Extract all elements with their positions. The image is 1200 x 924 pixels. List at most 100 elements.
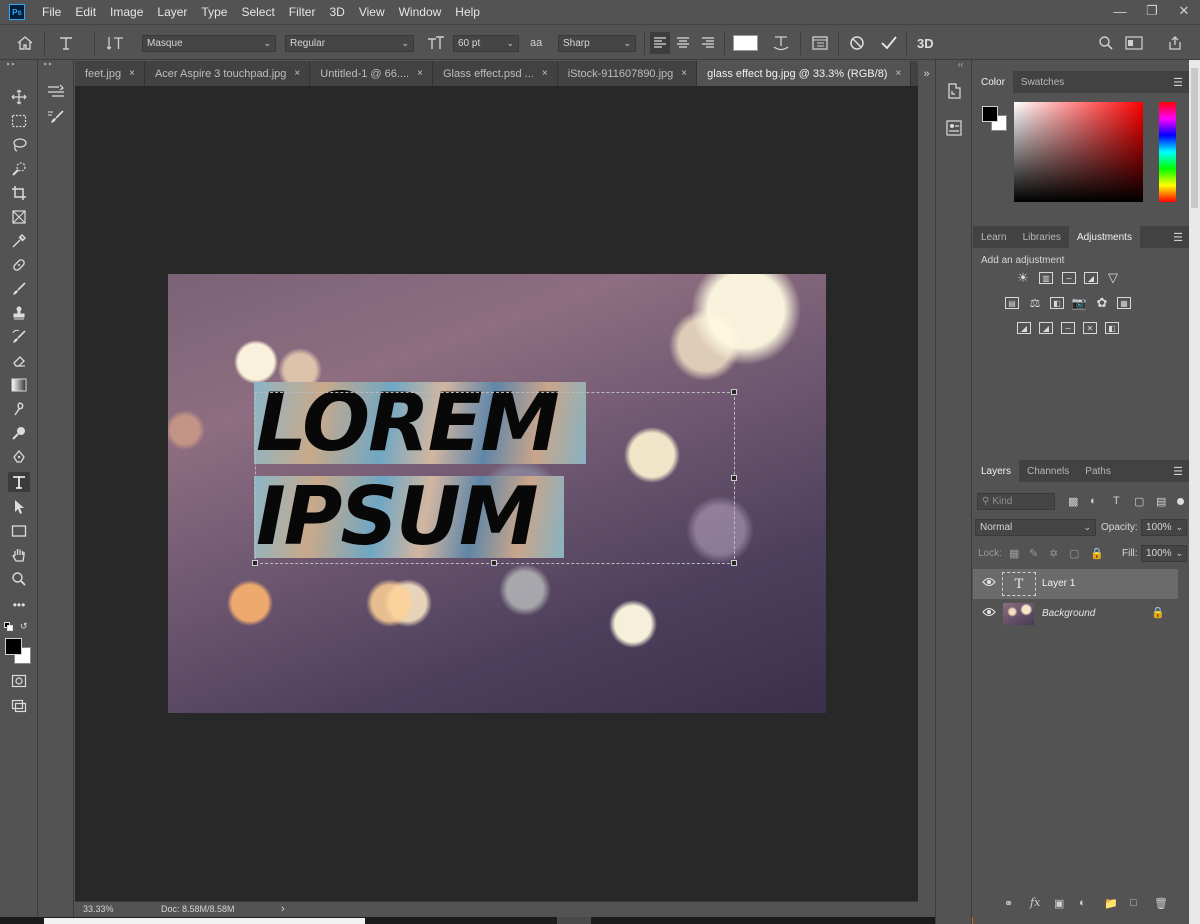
lock-position-icon[interactable]: ✡ <box>1049 547 1058 560</box>
commit-edit-icon[interactable] <box>880 32 898 54</box>
tab-feet[interactable]: feet.jpg × <box>75 61 145 86</box>
tab-close-icon[interactable]: × <box>895 68 901 79</box>
trash-icon[interactable]: 🗑 <box>1154 897 1168 910</box>
font-family-select[interactable]: Masque ⌄ <box>142 35 276 52</box>
lock-all-icon[interactable]: 🔒 <box>1090 547 1104 560</box>
panel-menu-icon[interactable]: ☰ <box>1173 231 1183 244</box>
color-balance-icon[interactable]: ⚖ <box>1028 296 1042 310</box>
tab-swatches[interactable]: Swatches <box>1013 71 1072 93</box>
posterize-icon[interactable]: ◢ <box>1039 322 1053 334</box>
panel-menu-icon[interactable]: ☰ <box>1173 76 1183 89</box>
menu-file[interactable]: File <box>42 5 61 19</box>
eraser-tool-icon[interactable] <box>8 351 30 371</box>
black-white-icon[interactable]: ◧ <box>1050 297 1064 309</box>
close-button[interactable]: ✕ <box>1168 0 1200 22</box>
character-panel-icon[interactable] <box>811 32 829 54</box>
tab-adjustments[interactable]: Adjustments <box>1068 226 1140 248</box>
align-center-icon[interactable] <box>676 32 690 54</box>
eyedropper-tool-icon[interactable] <box>8 231 30 251</box>
menu-type[interactable]: Type <box>201 5 227 19</box>
type-tool-icon[interactable] <box>58 32 74 54</box>
home-icon[interactable] <box>16 32 34 54</box>
menu-filter[interactable]: Filter <box>289 5 316 19</box>
transform-handle[interactable] <box>731 475 737 481</box>
default-colors-icon[interactable] <box>4 622 14 631</box>
minimize-button[interactable]: — <box>1104 0 1136 22</box>
share-icon[interactable] <box>1167 32 1183 54</box>
marquee-tool-icon[interactable] <box>8 111 30 131</box>
status-menu-arrow[interactable]: › <box>281 903 285 915</box>
tab-close-icon[interactable]: × <box>129 68 135 79</box>
adjustment-layer-icon[interactable]: ◐ <box>1079 897 1086 909</box>
zoom-tool-icon[interactable] <box>8 569 30 589</box>
menu-view[interactable]: View <box>359 5 385 19</box>
threshold-icon[interactable]: ∽ <box>1061 322 1075 334</box>
filter-smart-object-icon[interactable]: ▤ <box>1156 495 1166 508</box>
opacity-field[interactable]: 100% ⌄ <box>1141 519 1187 536</box>
frame-tool-icon[interactable] <box>8 207 30 227</box>
panel-menu-icon[interactable]: ☰ <box>1173 465 1183 478</box>
scrollbar-thumb[interactable] <box>1191 68 1198 208</box>
path-select-tool-icon[interactable] <box>8 497 30 517</box>
channel-mixer-icon[interactable]: ✿ <box>1095 295 1109 310</box>
crop-tool-icon[interactable] <box>8 183 30 203</box>
levels-icon[interactable]: ▥ <box>1039 272 1053 284</box>
lasso-tool-icon[interactable] <box>8 135 30 155</box>
tab-close-icon[interactable]: × <box>417 68 423 79</box>
brush-settings-icon[interactable] <box>47 109 65 125</box>
hue-slider[interactable] <box>1159 102 1176 202</box>
link-layers-icon[interactable]: ⚭ <box>1004 897 1013 910</box>
menu-layer[interactable]: Layer <box>157 5 187 19</box>
text-orientation-icon[interactable] <box>107 32 125 54</box>
menu-edit[interactable]: Edit <box>75 5 96 19</box>
tool-presets-icon[interactable] <box>47 83 65 99</box>
screen-mode-icon[interactable] <box>8 696 30 716</box>
menu-help[interactable]: Help <box>455 5 480 19</box>
vibrance-icon[interactable]: ▽ <box>1106 270 1120 285</box>
document-canvas[interactable]: LOREM IPSUM <box>168 274 826 713</box>
menu-3d[interactable]: 3D <box>329 5 344 19</box>
cancel-edit-icon[interactable] <box>849 32 865 54</box>
tab-close-icon[interactable]: × <box>542 68 548 79</box>
move-tool-icon[interactable] <box>8 87 30 107</box>
invert-icon[interactable]: ◢ <box>1017 322 1031 334</box>
tab-libraries[interactable]: Libraries <box>1015 226 1069 248</box>
menu-window[interactable]: Window <box>399 5 442 19</box>
rectangle-tool-icon[interactable] <box>8 521 30 541</box>
color-lookup-icon[interactable]: ▦ <box>1117 297 1131 309</box>
warp-text-icon[interactable] <box>772 32 790 54</box>
menu-select[interactable]: Select <box>241 5 274 19</box>
healing-brush-tool-icon[interactable] <box>8 255 30 275</box>
transform-handle[interactable] <box>252 560 258 566</box>
hue-saturation-icon[interactable]: ▤ <box>1005 297 1019 309</box>
tab-paths[interactable]: Paths <box>1077 460 1119 482</box>
layer-name[interactable]: Layer 1 <box>1042 578 1075 589</box>
color-field-picker[interactable] <box>1014 102 1143 202</box>
lock-pixels-icon[interactable]: ✎ <box>1029 547 1038 560</box>
new-layer-icon[interactable]: □ <box>1130 897 1137 909</box>
foreground-color-swatch[interactable] <box>5 638 22 655</box>
fill-field[interactable]: 100% ⌄ <box>1141 545 1187 562</box>
filter-adjustment-icon[interactable]: ◐ <box>1090 495 1097 507</box>
photo-filter-icon[interactable]: 📷 <box>1072 296 1087 310</box>
transform-handle[interactable] <box>731 560 737 566</box>
tab-close-icon[interactable]: × <box>294 68 300 79</box>
history-brush-tool-icon[interactable] <box>8 327 30 347</box>
brush-tool-icon[interactable] <box>8 279 30 299</box>
tab-color[interactable]: Color <box>973 71 1013 93</box>
clone-stamp-tool-icon[interactable] <box>8 303 30 323</box>
dodge-tool-icon[interactable] <box>8 423 30 443</box>
layer-filter-search[interactable]: ⚲ Kind <box>977 493 1055 510</box>
text-color-swatch[interactable] <box>733 35 758 51</box>
filter-toggle[interactable] <box>1177 498 1184 505</box>
visibility-eye-icon[interactable] <box>982 607 996 617</box>
blend-mode-select[interactable]: Normal ⌄ <box>975 519 1096 536</box>
history-panel-icon[interactable] <box>945 82 963 100</box>
transform-handle[interactable] <box>731 389 737 395</box>
tab-learn[interactable]: Learn <box>973 226 1015 248</box>
properties-panel-icon[interactable] <box>945 119 963 137</box>
restore-button[interactable]: ❐ <box>1136 0 1168 22</box>
anti-alias-select[interactable]: Sharp ⌄ <box>558 35 636 52</box>
taskbar-search[interactable] <box>44 918 365 924</box>
taskbar-app[interactable] <box>557 917 591 924</box>
